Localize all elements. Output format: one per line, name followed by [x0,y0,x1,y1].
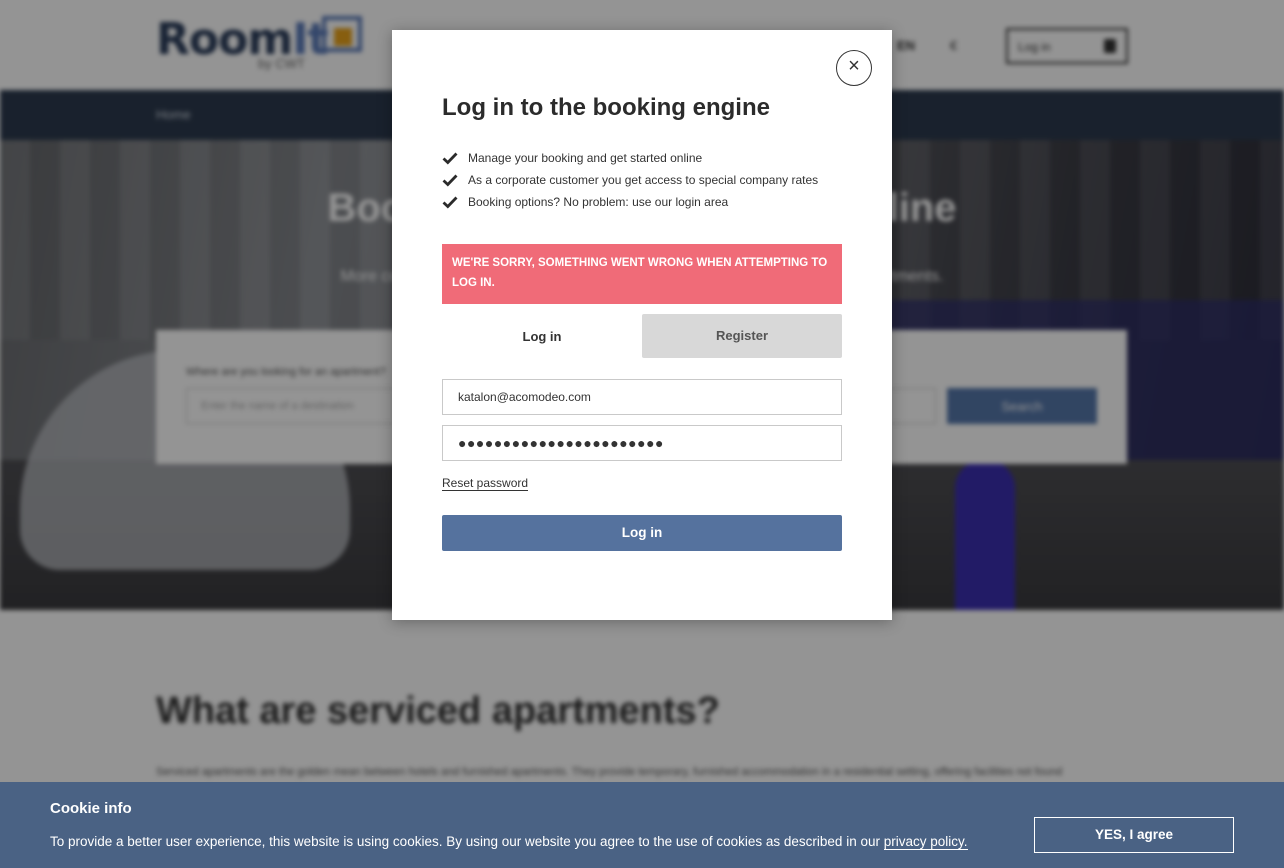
checkmark-icon [442,196,458,209]
list-item: As a corporate customer you get access t… [442,172,818,194]
accept-cookies-button[interactable]: YES, I agree [1034,817,1234,853]
modal-title: Log in to the booking engine [442,94,770,121]
password-field[interactable] [442,425,842,461]
tab-register[interactable]: Register [642,314,842,358]
email-field[interactable] [442,379,842,415]
checkmark-icon [442,152,458,165]
reset-password-link[interactable]: Reset password [442,476,529,491]
checkmark-icon [442,174,458,187]
cookie-text: To provide a better user experience, thi… [50,834,968,850]
login-error-message: WE'RE SORRY, SOMETHING WENT WRONG WHEN A… [442,244,842,304]
privacy-policy-link[interactable]: privacy policy. [883,834,968,850]
list-item: Manage your booking and get started onli… [442,150,818,172]
cookie-banner: Cookie info To provide a better user exp… [0,782,1284,868]
close-button[interactable]: × [836,50,872,86]
cookie-title: Cookie info [50,800,132,817]
login-submit-button[interactable]: Log in [442,515,842,551]
auth-tabs: Log in Register [442,314,842,358]
feature-list: Manage your booking and get started onli… [442,150,818,216]
tab-login[interactable]: Log in [442,314,642,358]
login-modal: × Log in to the booking engine Manage yo… [392,30,892,620]
list-item: Booking options? No problem: use our log… [442,194,818,216]
